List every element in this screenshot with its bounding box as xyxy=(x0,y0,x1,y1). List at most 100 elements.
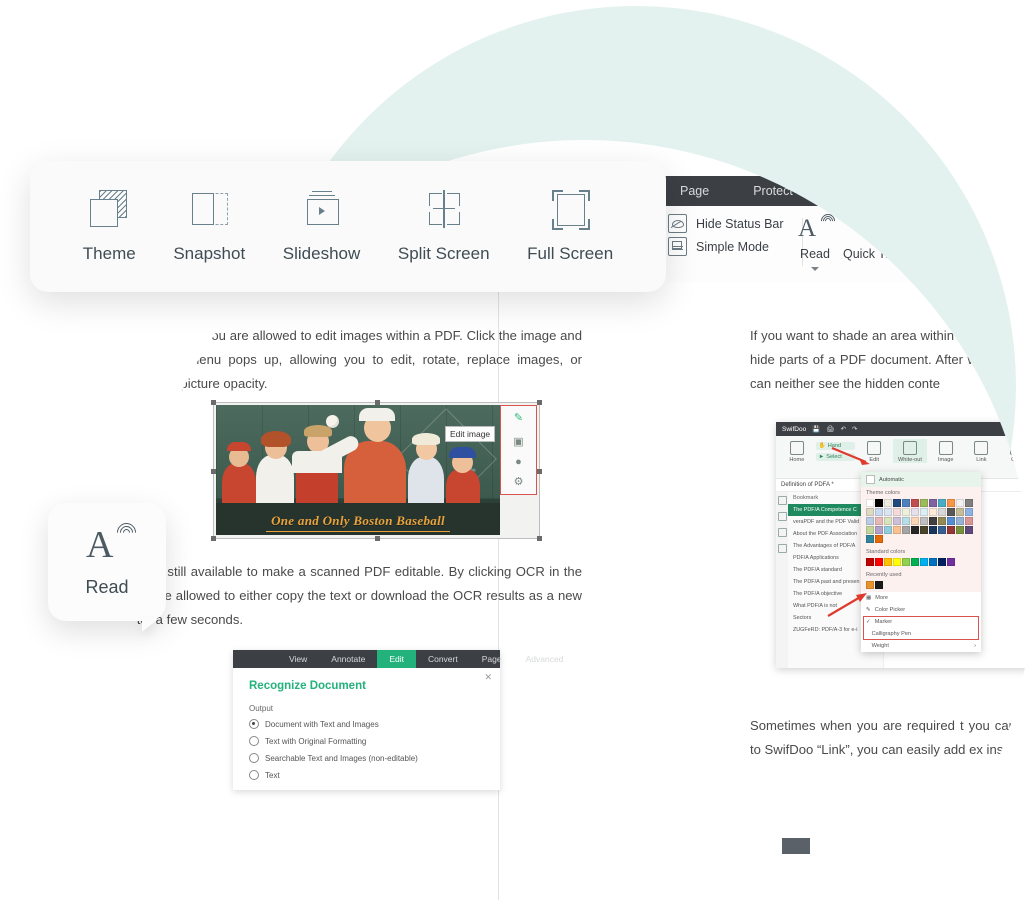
crop-icon xyxy=(1010,441,1025,455)
thumbnail-panel-icon[interactable] xyxy=(777,512,787,521)
save-icon[interactable]: 💾 xyxy=(812,425,820,433)
edit-image-icon[interactable]: ✎ xyxy=(513,412,525,424)
radio-icon[interactable] xyxy=(249,736,259,746)
ocr-option-label: Text xyxy=(265,770,280,780)
menu-tab-share[interactable]: Share xyxy=(815,176,892,206)
simple-mode-icon xyxy=(668,237,687,256)
read-aloud-icon: A xyxy=(84,518,140,567)
feature-full-screen[interactable]: Full Screen xyxy=(527,189,613,264)
ocr-tab-edit[interactable]: Edit xyxy=(377,650,416,668)
feature-slideshow[interactable]: Slideshow xyxy=(283,190,360,264)
feature-snapshot[interactable]: Snapshot xyxy=(173,190,245,264)
crop-icon[interactable]: ▣ xyxy=(513,436,525,448)
chevron-right-icon: › xyxy=(974,643,976,649)
read-button[interactable]: A Read xyxy=(798,211,838,271)
close-icon[interactable]: ✕ xyxy=(484,672,492,683)
ocr-tab-advanced[interactable]: Advanced xyxy=(514,650,576,668)
ocr-tab-view[interactable]: View xyxy=(277,650,319,668)
link-label: Link xyxy=(976,457,987,463)
hide-status-bar-item[interactable]: Hide Status Bar xyxy=(668,214,784,233)
search-box[interactable]: Search xyxy=(962,176,1032,206)
feature-theme[interactable]: Theme xyxy=(83,189,136,264)
image-edit-panel[interactable]: ✎ ▣ ● ⚙ Edit image xyxy=(445,405,537,495)
attachment-panel-icon[interactable] xyxy=(777,544,787,553)
menu-tab-protect[interactable]: Protect xyxy=(731,176,815,206)
baseball-illustration: 4 One and Only Boston Baseball xyxy=(216,405,500,535)
more-colors-item[interactable]: ▦ More xyxy=(861,592,981,604)
ocr-tab-convert[interactable]: Convert xyxy=(416,650,470,668)
swifdoo-titlebar: SwifDoo 💾 🖨 ↶ ↷ xyxy=(776,422,1032,436)
recently-used-label: Recently used xyxy=(861,569,981,579)
document-pages: addition to text, you are allowed to edi… xyxy=(136,282,1032,900)
ocr-option-row[interactable]: Searchable Text and Images (non-editable… xyxy=(249,753,486,763)
print-icon[interactable]: 🖨 xyxy=(826,425,834,433)
full-screen-icon xyxy=(547,189,593,230)
ocr-option-row[interactable]: Text xyxy=(249,770,486,780)
slideshow-icon xyxy=(299,190,345,230)
swifdoo-image-button[interactable]: Image xyxy=(929,439,963,463)
home-label: Home xyxy=(789,457,805,463)
standard-colors-label: Standard colors xyxy=(861,546,981,556)
settings-icon[interactable]: ⚙ xyxy=(513,476,525,488)
right-paragraph-2: Sometimes when you are required t you ca… xyxy=(750,718,1032,757)
undo-icon[interactable]: ↶ xyxy=(841,425,846,433)
menu-tab-page[interactable]: Page xyxy=(658,176,731,206)
chevron-down-icon[interactable] xyxy=(811,267,819,271)
ocr-dialog-title: Recognize Document xyxy=(249,680,366,692)
edit-image-tooltip: Edit image xyxy=(445,426,496,442)
ocr-output-label: Output xyxy=(249,704,274,713)
bookmark-panel-icon[interactable] xyxy=(777,496,787,505)
quick-translation-button[interactable]: Ax Quick Translation xyxy=(843,216,940,261)
color-picker-item[interactable]: ✎ Color Picker xyxy=(861,604,981,616)
highlight-box-pen-tools xyxy=(863,616,979,640)
recently-used-grid[interactable] xyxy=(861,579,981,592)
swifdoo-whiteout-button[interactable]: White-out xyxy=(893,439,927,463)
whiteout-color-dropdown[interactable]: Automatic Theme colors Standard colors R… xyxy=(861,472,981,652)
search-icon xyxy=(975,184,992,200)
radio-icon[interactable] xyxy=(249,753,259,763)
baseball-caption: One and Only Boston Baseball xyxy=(271,513,445,528)
feature-split-screen[interactable]: Split Screen xyxy=(397,189,490,264)
snapshot-icon xyxy=(186,190,232,230)
radio-icon[interactable] xyxy=(249,719,259,729)
right-paragraph-1: If you want to shade an area within a PD… xyxy=(750,328,1032,391)
swifdoo-link-button[interactable]: Link xyxy=(965,439,999,463)
ocr-option-label: Searchable Text and Images (non-editable… xyxy=(265,753,418,763)
menu-tab-help[interactable]: Help xyxy=(892,176,962,206)
word-count-button[interactable]: Word xyxy=(950,216,980,261)
hide-status-bar-icon xyxy=(668,214,687,233)
word-count-label: Word xyxy=(950,247,980,261)
swifdoo-crop-button[interactable]: Crop xyxy=(1000,439,1032,463)
feature-toolbar-card: Theme Snapshot Slideshow Split Screen Fu… xyxy=(30,161,666,292)
bubble-tail xyxy=(142,619,158,632)
read-feature-card[interactable]: A Read xyxy=(48,503,166,632)
ocr-tab-annotate[interactable]: Annotate xyxy=(319,650,377,668)
opacity-icon[interactable]: ● xyxy=(513,456,525,468)
ocr-option-row[interactable]: Document with Text and Images xyxy=(249,719,486,729)
standard-colors-grid[interactable] xyxy=(861,556,981,569)
recognize-document-dialog[interactable]: View Annotate Edit Convert Page Advanced… xyxy=(233,650,563,790)
image-icon xyxy=(938,441,953,455)
pointer-arrow-whiteout xyxy=(831,446,870,465)
swifdoo-app-name: SwifDoo xyxy=(782,425,807,433)
ocr-tab-page[interactable]: Page xyxy=(470,650,514,668)
home-icon xyxy=(789,441,804,455)
comment-panel-icon[interactable] xyxy=(777,528,787,537)
swifdoo-home-button[interactable]: Home xyxy=(780,439,814,463)
swifdoo-screenshot: SwifDoo 💾 🖨 ↶ ↷ Home ✋ Hand ► Select Edi… xyxy=(776,422,1032,668)
automatic-color-item[interactable]: Automatic xyxy=(861,472,981,487)
hide-status-bar-label: Hide Status Bar xyxy=(696,216,784,231)
weight-item[interactable]: Weight › xyxy=(861,640,981,652)
theme-colors-grid[interactable] xyxy=(861,497,981,546)
more-colors-label: More xyxy=(875,595,889,601)
caption-underline xyxy=(266,530,450,532)
redo-icon[interactable]: ↷ xyxy=(852,425,857,433)
feature-split-screen-label: Split Screen xyxy=(397,243,490,263)
ocr-option-row[interactable]: Text with Original Formatting xyxy=(249,736,486,746)
baseball-image-block[interactable]: 4 One and Only Boston Baseball xyxy=(211,400,542,541)
split-screen-icon xyxy=(421,189,467,230)
link-icon xyxy=(974,441,989,455)
radio-icon[interactable] xyxy=(249,770,259,780)
simple-mode-item[interactable]: Simple Mode xyxy=(668,237,784,256)
quick-translation-label: Quick Translation xyxy=(843,247,940,261)
